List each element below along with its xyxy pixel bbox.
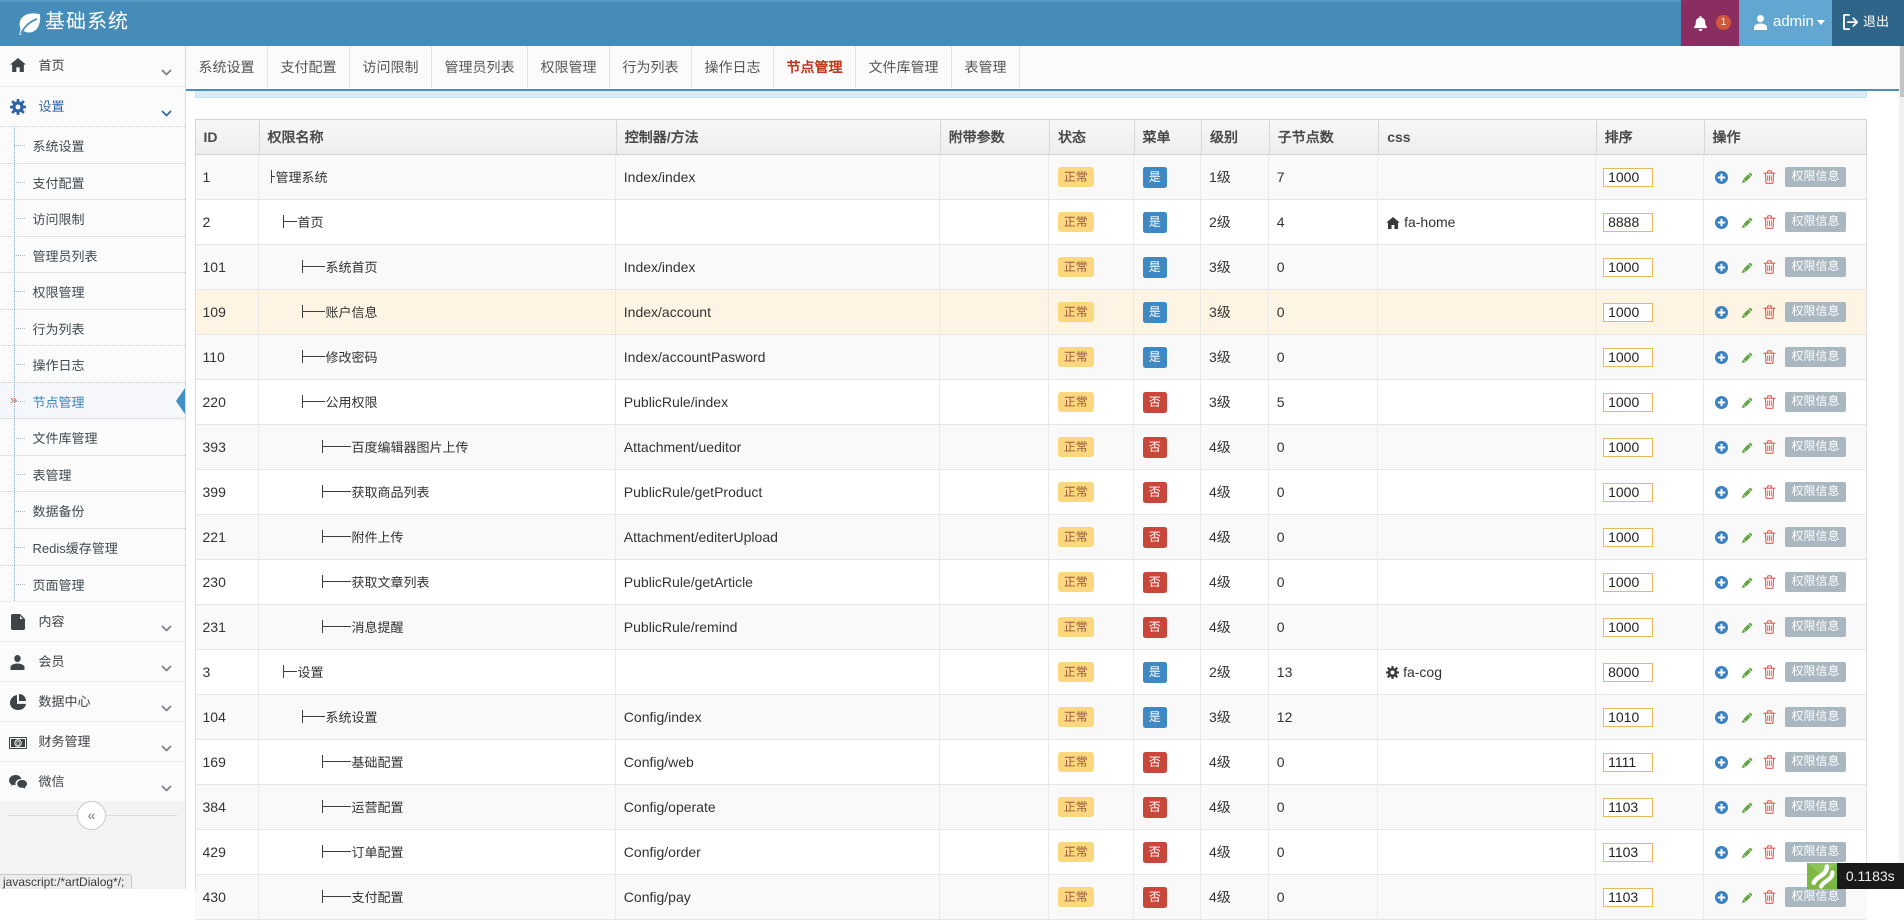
svg-text:0: 0 [16, 740, 20, 747]
